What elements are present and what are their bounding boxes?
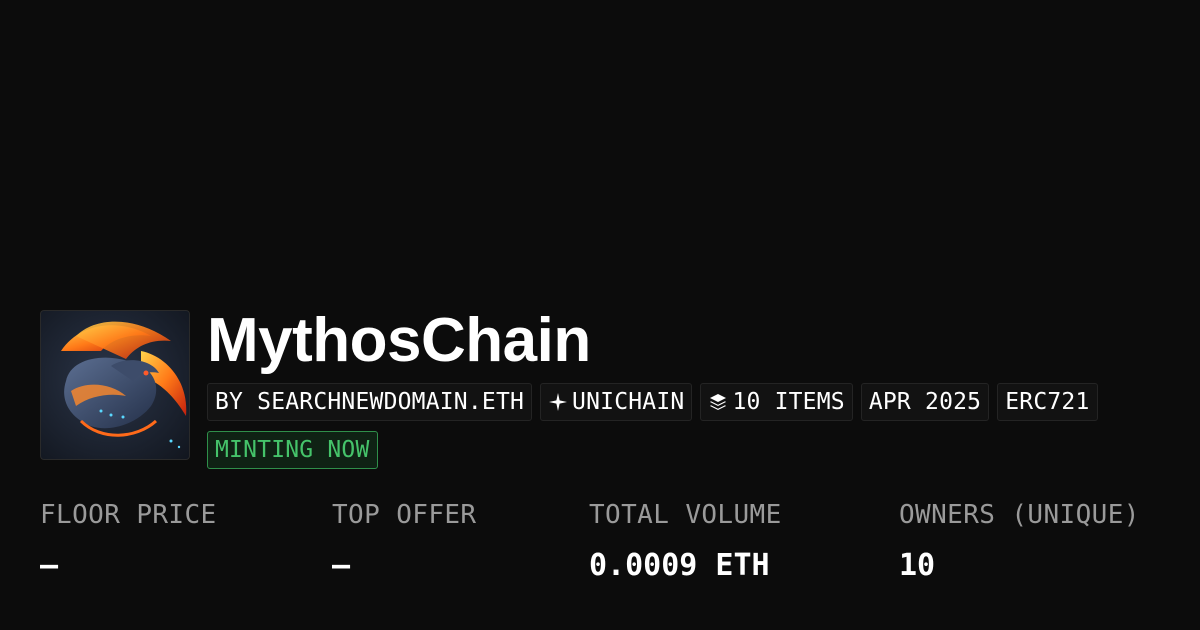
chain-chip[interactable]: UNICHAIN bbox=[540, 383, 693, 421]
collection-title: MythosChain bbox=[207, 306, 591, 375]
stat-value: 10 bbox=[899, 548, 936, 583]
sparkle-icon bbox=[548, 392, 568, 412]
stat-owners: OWNERS (UNIQUE) 10 bbox=[899, 500, 1140, 583]
collection-avatar bbox=[40, 310, 190, 460]
stat-value: 0.0009 ETH bbox=[589, 548, 770, 583]
stat-label: TOP OFFER bbox=[332, 500, 477, 530]
collection-header: MythosChain BY SEARCHNEWDOMAIN.ETH UNICH… bbox=[40, 310, 1106, 469]
dragon-artwork-icon bbox=[41, 311, 189, 459]
minting-status-badge[interactable]: MINTING NOW bbox=[207, 431, 378, 469]
stat-floor-price: FLOOR PRICE – bbox=[40, 500, 217, 583]
items-label: 10 ITEMS bbox=[732, 389, 845, 415]
stat-value: – bbox=[40, 548, 59, 583]
layers-icon bbox=[708, 392, 728, 412]
standard-label: ERC721 bbox=[1005, 389, 1090, 415]
stat-total-volume: TOTAL VOLUME 0.0009 ETH bbox=[589, 500, 782, 583]
creator-label: BY SEARCHNEWDOMAIN.ETH bbox=[215, 389, 525, 415]
standard-chip: ERC721 bbox=[997, 383, 1098, 421]
stat-value: – bbox=[332, 548, 351, 583]
status-label: MINTING NOW bbox=[215, 437, 370, 463]
stat-top-offer: TOP OFFER – bbox=[332, 500, 476, 583]
chain-label: UNICHAIN bbox=[572, 389, 685, 415]
items-chip[interactable]: 10 ITEMS bbox=[700, 383, 853, 421]
stat-label: FLOOR PRICE bbox=[40, 500, 217, 530]
creator-chip[interactable]: BY SEARCHNEWDOMAIN.ETH bbox=[207, 383, 533, 421]
date-chip: APR 2025 bbox=[860, 383, 990, 421]
date-label: APR 2025 bbox=[868, 389, 982, 415]
stat-label: OWNERS (UNIQUE) bbox=[899, 500, 1140, 530]
stat-label: TOTAL VOLUME bbox=[589, 500, 782, 530]
